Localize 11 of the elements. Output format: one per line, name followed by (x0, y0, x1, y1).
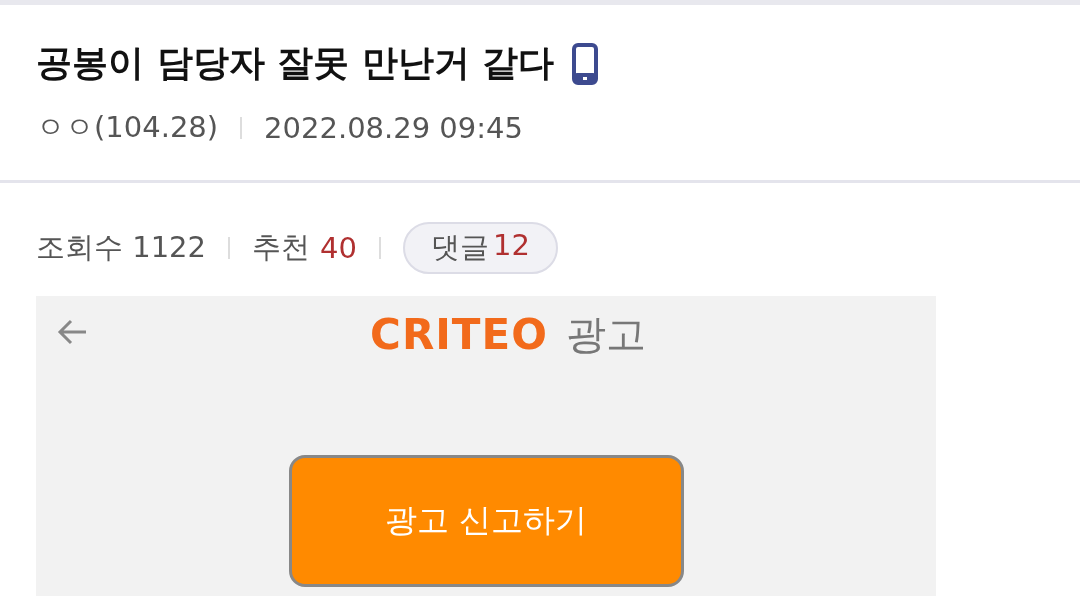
view-count: 조회수 1122 (36, 229, 207, 266)
back-arrow-icon[interactable] (56, 318, 88, 346)
recommend-label: 추천 (252, 229, 311, 266)
phone-icon (572, 42, 599, 85)
post-title: 공봉이 담당자 잘못 만난거 같다 (36, 41, 555, 85)
recommend-count: 40 (320, 231, 357, 265)
author-name: ㅇㅇ(104.28) (36, 109, 219, 146)
ad-label: 광고 (565, 309, 646, 359)
brand-logo: CRITEO (370, 309, 548, 359)
comments-button[interactable]: 댓글 12 (402, 222, 558, 274)
post-date: 2022.08.29 09:45 (264, 111, 523, 145)
